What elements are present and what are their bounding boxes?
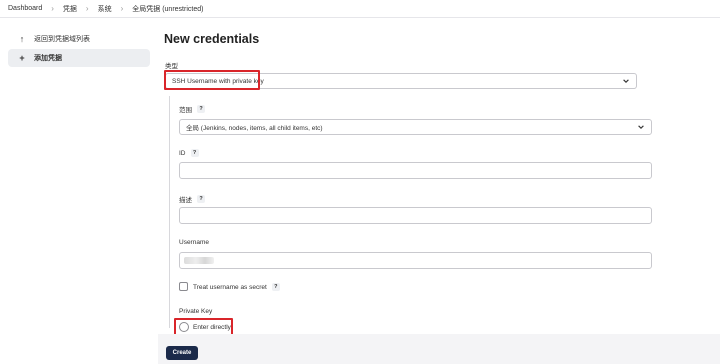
chevron-right-icon: › <box>120 4 124 13</box>
chevron-down-icon <box>638 125 644 129</box>
kind-label: 类型 <box>165 63 178 70</box>
id-input[interactable] <box>179 162 652 179</box>
breadcrumb-global-credentials[interactable]: 全局凭据 (unrestricted) <box>132 4 203 14</box>
treat-username-secret-label: Treat username as secret ? <box>193 283 280 291</box>
help-icon[interactable]: ? <box>271 283 280 291</box>
back-to-domains-label: 返回到凭据域列表 <box>34 36 90 43</box>
description-input[interactable] <box>179 207 652 224</box>
breadcrumb: Dashboard › 凭据 › 系统 › 全局凭据 (unrestricted… <box>0 0 720 18</box>
username-redacted-value <box>184 257 214 264</box>
treat-username-secret-checkbox[interactable] <box>179 282 188 291</box>
description-label: 描述 ? <box>179 194 205 204</box>
username-label: Username <box>179 239 209 246</box>
treat-username-secret-text: Treat username as secret <box>193 283 267 291</box>
id-label: ID ? <box>179 149 199 157</box>
form-group-divider <box>169 96 170 328</box>
scope-select-value: 全局 (Jenkins, nodes, items, all child ite… <box>186 125 323 132</box>
form-footer-bar <box>158 334 720 364</box>
arrow-up-icon: ↑ <box>19 34 25 44</box>
id-label-text: ID <box>179 149 186 157</box>
chevron-down-icon <box>623 79 629 83</box>
kind-highlight-box <box>164 70 260 90</box>
add-credentials-label: 添加凭据 <box>34 55 62 62</box>
chevron-right-icon: › <box>85 4 89 13</box>
back-to-domains-link[interactable]: ↑ 返回到凭据域列表 <box>8 30 150 48</box>
create-button[interactable]: Create <box>166 346 198 360</box>
scope-label: 范围 ? <box>179 104 205 114</box>
help-icon[interactable]: ? <box>190 149 199 157</box>
private-key-label: Private Key <box>179 308 213 315</box>
breadcrumb-system[interactable]: 系统 <box>98 4 112 14</box>
chevron-right-icon: › <box>51 4 54 13</box>
scope-select[interactable]: 全局 (Jenkins, nodes, items, all child ite… <box>179 119 652 135</box>
username-input[interactable] <box>179 252 652 269</box>
scope-label-text: 范围 <box>179 107 192 114</box>
add-credentials-link[interactable]: + 添加凭据 <box>8 49 150 67</box>
help-icon[interactable]: ? <box>197 195 205 203</box>
help-icon[interactable]: ? <box>197 105 205 113</box>
breadcrumb-credentials[interactable]: 凭据 <box>63 4 77 14</box>
breadcrumb-dashboard[interactable]: Dashboard <box>8 5 42 12</box>
description-label-text: 描述 <box>179 197 192 204</box>
plus-icon: + <box>19 53 25 63</box>
page-title: New credentials <box>164 32 260 46</box>
